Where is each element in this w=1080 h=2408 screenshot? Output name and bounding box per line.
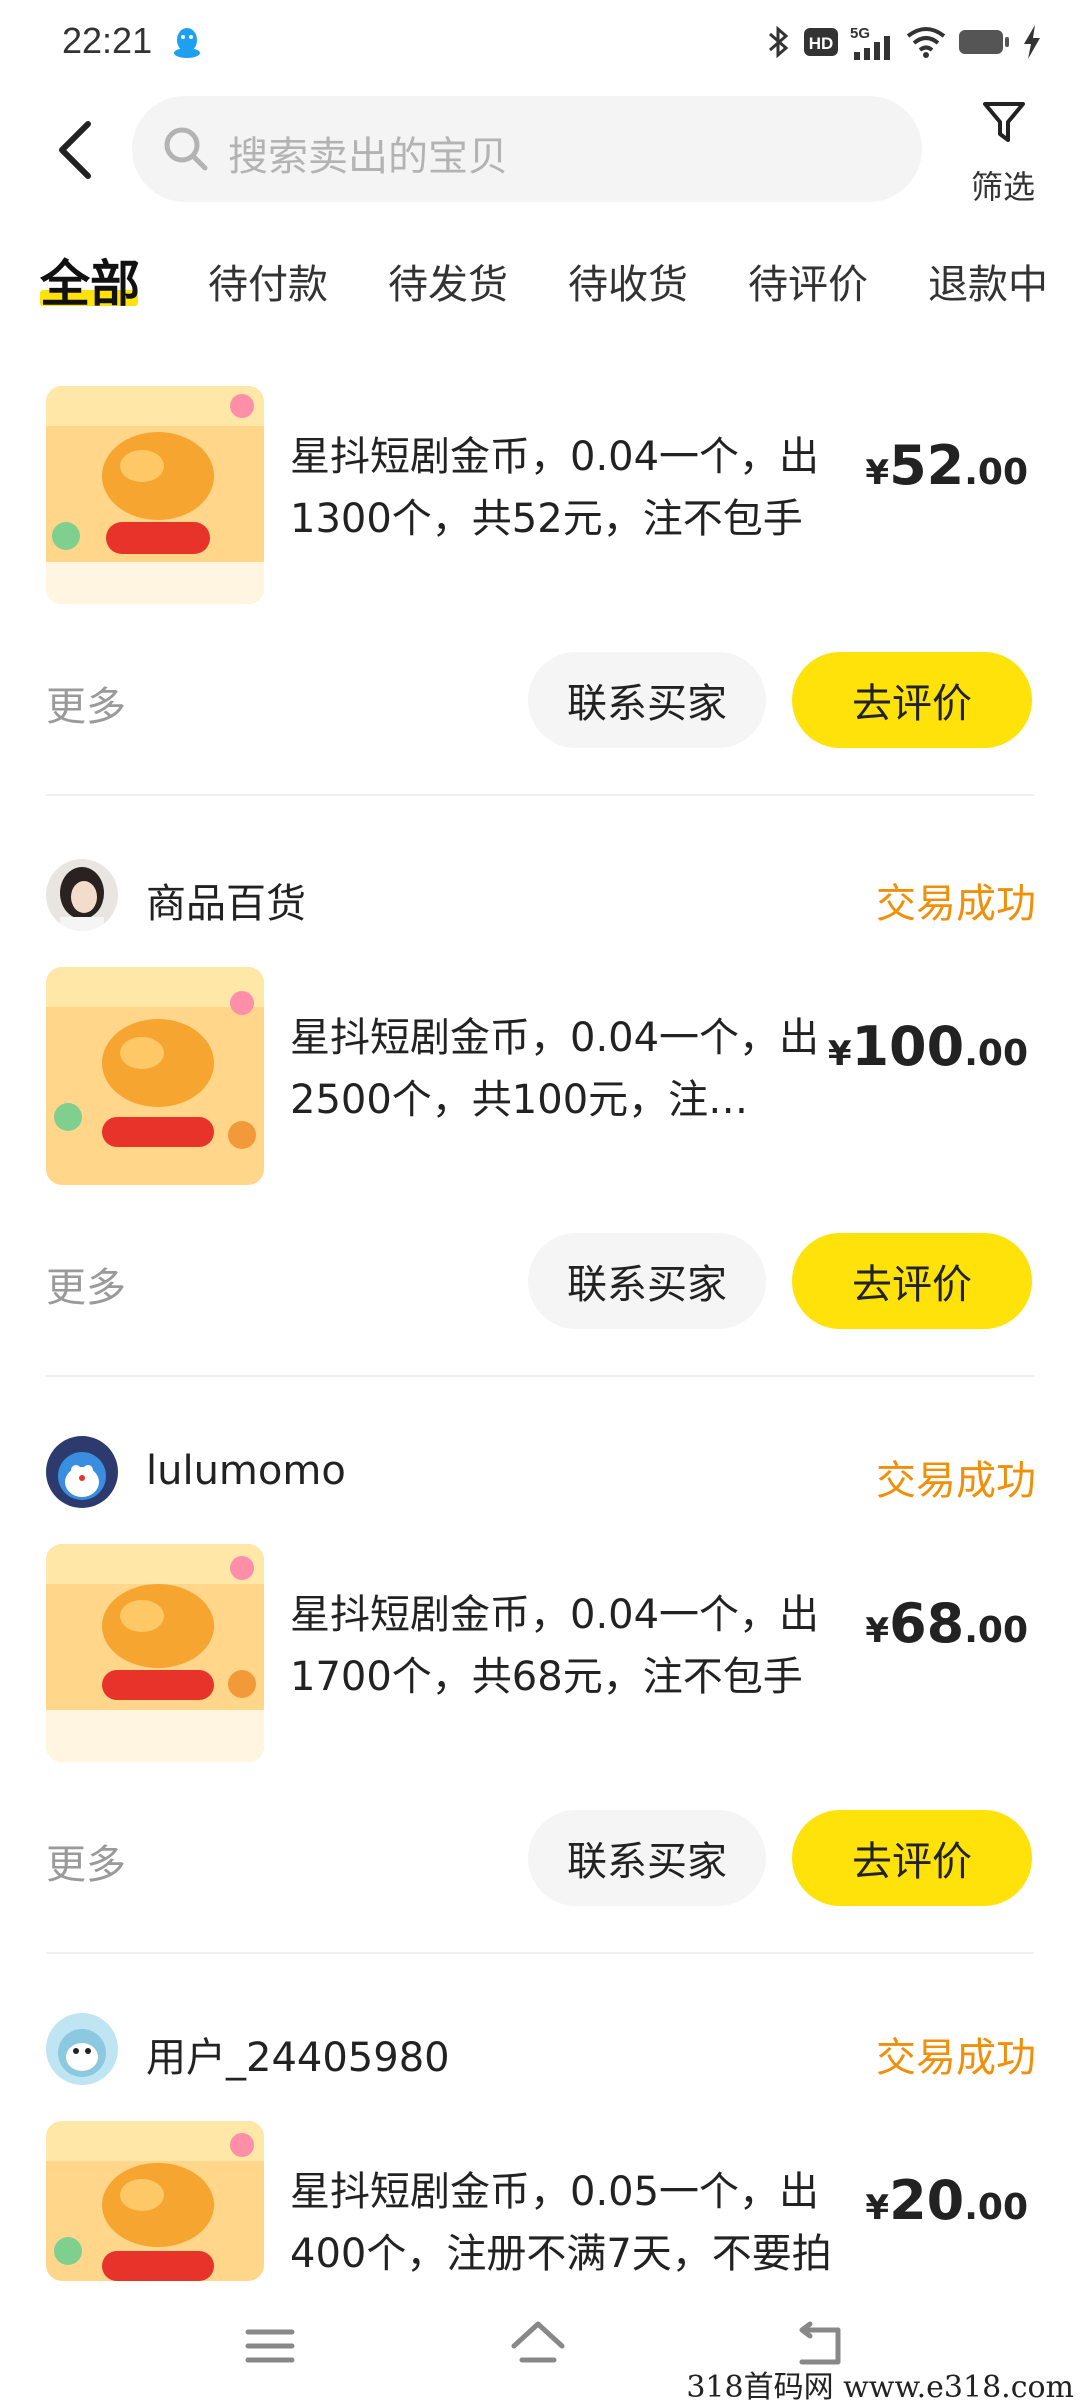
bluetooth-icon [769,25,789,59]
divider [46,794,1034,796]
more-link[interactable]: 更多 [46,674,126,732]
product-thumbnail[interactable] [46,2121,264,2281]
home-icon[interactable] [508,2316,568,2376]
product-price: ¥20.00 [865,2169,1028,2232]
product-price: ¥68.00 [865,1592,1028,1655]
tab-refunding[interactable]: 退款中 [928,252,1048,310]
contact-buyer-button[interactable]: 联系买家 [528,1810,766,1906]
tab-all[interactable]: 全部 [40,244,140,316]
product-thumbnail[interactable] [46,386,264,604]
buyer-name[interactable]: 商品百货 [146,871,306,929]
product-description: 星抖短剧金币，0.04一个，出1700个，共68元，注不包手 [290,1592,820,1700]
avatar[interactable] [46,1436,118,1508]
tab-pending-receipt[interactable]: 待收货 [568,252,688,310]
status-badge: 交易成功 [876,1458,1036,1504]
search-icon [164,127,208,171]
status-icons: HD 5G [766,22,1042,62]
watermark: 318首码网 www.e318.com [686,2370,1074,2405]
more-link[interactable]: 更多 [46,1832,126,1890]
buyer-name[interactable]: lulumomo [146,1448,346,1494]
signal-5g-icon: 5G [850,25,890,60]
filter-button[interactable]: 筛选 [955,96,1051,206]
status-bar: 22:21 HD 5G [0,0,1080,84]
review-button[interactable]: 去评价 [792,1233,1032,1329]
product-description: 星抖短剧金币，0.05一个，出400个，注册不满7天，不要拍 [290,2169,832,2277]
tab-pending-review[interactable]: 待评价 [748,252,868,310]
back-arrow-icon[interactable] [50,110,100,190]
status-badge: 交易成功 [876,2035,1036,2081]
filter-label: 筛选 [970,168,1035,206]
wifi-icon [906,27,946,58]
avatar[interactable] [46,859,118,931]
product-price: ¥100.00 [827,1015,1028,1078]
status-time: 22:21 [62,20,153,61]
product-thumbnail[interactable] [46,967,264,1185]
product-description: 星抖短剧金币，0.04一个，出1300个，共52元，注不包手 [290,434,820,542]
filter-icon [983,102,1025,142]
product-thumbnail[interactable] [46,1544,264,1762]
svg-text:5G: 5G [850,25,870,42]
order-header: 商品百货 交易成功 [46,855,1036,935]
svg-text:HD: HD [809,34,834,53]
menu-icon[interactable] [240,2316,300,2376]
order-header: 用户_24405980 交易成功 [46,2009,1036,2089]
status-badge: 交易成功 [876,881,1036,927]
product-description: 星抖短剧金币，0.04一个，出2500个，共100元，注… [290,1015,820,1123]
order-header: lulumomo 交易成功 [46,1432,1036,1512]
review-button[interactable]: 去评价 [792,652,1032,748]
search-input[interactable]: 搜索卖出的宝贝 [132,96,922,202]
more-link[interactable]: 更多 [46,1255,126,1313]
tab-pending-payment[interactable]: 待付款 [208,252,328,310]
product-price: ¥52.00 [865,434,1028,497]
avatar[interactable] [46,2013,118,2085]
divider [46,1952,1034,1954]
buyer-name[interactable]: 用户_24405980 [146,2025,450,2083]
contact-buyer-button[interactable]: 联系买家 [528,652,766,748]
qq-icon [174,28,200,58]
hd-icon: HD [804,28,838,56]
search-placeholder: 搜索卖出的宝贝 [228,134,508,180]
divider [46,1375,1034,1377]
review-button[interactable]: 去评价 [792,1810,1032,1906]
battery-icon [959,30,1009,54]
contact-buyer-button[interactable]: 联系买家 [528,1233,766,1329]
charging-icon [1024,25,1040,59]
order-tabs: 全部 待付款 待发货 待收货 待评价 退款中 [0,240,1080,320]
tab-pending-shipment[interactable]: 待发货 [388,252,508,310]
